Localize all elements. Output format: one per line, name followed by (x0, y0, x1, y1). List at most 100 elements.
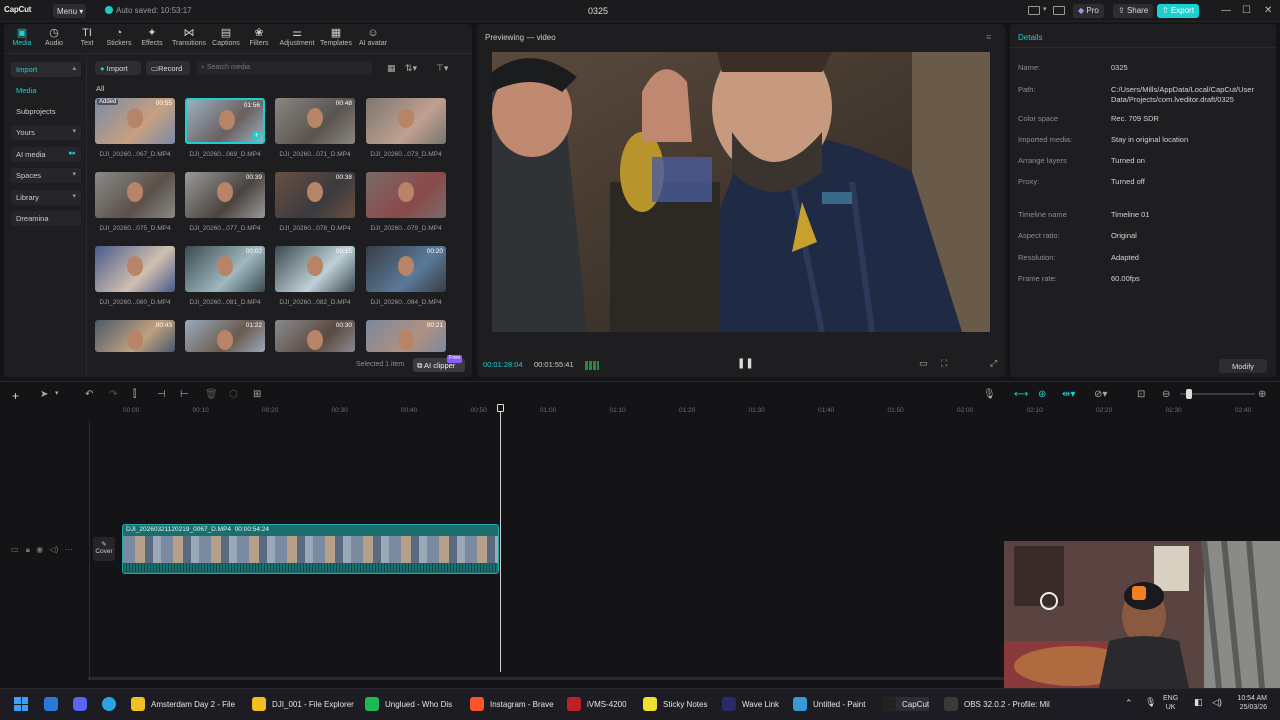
mic-tray-icon[interactable]: 🎙 (1145, 697, 1156, 708)
undo-icon[interactable]: ↶ (85, 389, 93, 400)
clock[interactable]: 10:54 AM 25/03/26 (1233, 694, 1267, 712)
shortcuts-icon[interactable] (1053, 6, 1065, 15)
search-input[interactable]: ⌕ Search media (197, 61, 372, 75)
media-thumbnail[interactable]: 00:39 (185, 172, 265, 218)
record-button[interactable]: ▭Record (146, 61, 190, 75)
pro-button[interactable]: ◆ Pro (1073, 4, 1104, 18)
network-icon[interactable]: ◧ (1194, 697, 1203, 708)
sidebar-item-spaces[interactable]: Spaces ▾ (11, 168, 81, 183)
windows-start-icon[interactable] (14, 697, 28, 711)
taskbar-item-file-explorer-dji[interactable]: DJI_001 - File Explorer (252, 697, 354, 711)
audio-track-icon[interactable]: ◁) (50, 545, 59, 554)
share-button[interactable]: ⇪ Share (1113, 4, 1154, 18)
crop-icon[interactable]: ⛶ (941, 358, 947, 369)
taskbar-item-file-explorer-amsterdam[interactable]: Amsterdam Day 2 - File (131, 697, 235, 711)
filter-icon[interactable]: ⊤▾ (436, 63, 448, 74)
taskbar-item-ivms[interactable]: iVMS-4200 (567, 697, 627, 711)
preview-axis-icon[interactable]: ⊘▾ (1094, 389, 1107, 400)
eye-icon[interactable]: ◉ (36, 545, 43, 554)
media-thumbnail[interactable] (95, 172, 175, 218)
microphone-icon[interactable]: 🎙 (983, 389, 996, 400)
grid-view-icon[interactable]: ▦ (387, 63, 396, 74)
delete-icon[interactable]: 🗑 (205, 389, 218, 400)
zoom-out-icon[interactable]: ⊖ (1162, 389, 1170, 400)
sidebar-item-dreamina[interactable]: Dreamina (11, 211, 81, 226)
taskbar-item-brave-instagram[interactable]: Instagram - Brave (470, 697, 554, 711)
media-thumbnail[interactable]: 00:02 (185, 246, 265, 292)
media-thumbnail[interactable]: 00:38 (275, 172, 355, 218)
tray-chevron-icon[interactable]: ⌃ (1125, 698, 1133, 709)
sidebar-item-library[interactable]: Library ▾ (11, 190, 81, 205)
tab-ai-avatar[interactable]: ☺ AI avatar (356, 27, 390, 47)
magnet-icon[interactable]: ⊛ (1038, 389, 1046, 400)
sidebar-item-yours[interactable]: Yours ▾ (11, 125, 81, 140)
media-thumbnail[interactable]: 00:15 (275, 246, 355, 292)
sidebar-item-subprojects[interactable]: Subprojects (11, 104, 81, 119)
outlook-icon[interactable] (44, 697, 58, 711)
tab-effects[interactable]: ✦ Effects (135, 27, 169, 47)
media-thumbnail[interactable]: 00:55 Added (95, 98, 175, 144)
close-icon[interactable]: ✕ (1264, 5, 1272, 16)
preview-video[interactable] (492, 52, 990, 332)
taskbar-item-spotify[interactable]: Unglued - Who Dis (365, 697, 452, 711)
more-icon[interactable]: ⋯ (65, 545, 73, 554)
trim-right-icon[interactable]: ⊢ (180, 389, 189, 400)
layout-icon[interactable] (1028, 6, 1040, 15)
caption-icon[interactable]: ⊡ (1137, 389, 1145, 400)
media-thumbnail[interactable]: 00:30 (275, 320, 355, 352)
minimize-icon[interactable]: — (1221, 5, 1231, 16)
sidebar-item-ai-media[interactable]: AI media ●▸ (11, 147, 81, 162)
tab-captions[interactable]: ▤ Captions (209, 27, 243, 47)
tab-media[interactable]: ▣ Media (5, 27, 39, 47)
volume-icon[interactable]: ◁) (1212, 697, 1222, 708)
playhead-line[interactable] (500, 412, 501, 672)
tab-text[interactable]: TI Text (70, 27, 104, 47)
export-button[interactable]: ⇧ Export (1157, 4, 1200, 18)
media-thumbnail[interactable]: 00:48 (275, 98, 355, 144)
redo-icon[interactable]: ↷ (109, 389, 117, 400)
maximize-icon[interactable]: ☐ (1242, 5, 1251, 16)
taskbar-item-capcut[interactable]: CapCut (882, 697, 930, 711)
tab-audio[interactable]: ◷ Audio (37, 27, 71, 47)
quality-icon[interactable]: ▭ (919, 358, 928, 369)
pause-icon[interactable]: ❚❚ (737, 358, 754, 369)
taskbar-item-obs[interactable]: OBS 32.0.2 - Profile: Mil (944, 697, 1050, 711)
media-thumbnail[interactable]: 00:20 (366, 246, 446, 292)
taskbar-item-wave-link[interactable]: Wave Link (722, 697, 779, 711)
snap-icon[interactable]: ⇹▾ (1062, 389, 1075, 400)
language-indicator[interactable]: ENG UK (1163, 694, 1178, 712)
import-button[interactable]: ● Import (95, 61, 141, 75)
sort-icon[interactable]: ⇅▾ (405, 63, 417, 74)
sidebar-item-media[interactable]: Media (11, 83, 81, 98)
media-thumbnail[interactable]: 00:21 (366, 320, 446, 352)
preview-menu-icon[interactable]: ≡ (986, 32, 991, 42)
menu-button[interactable]: Menu ▾ (53, 4, 86, 18)
lock-icon[interactable]: 🔒︎ (26, 545, 30, 554)
tab-stickers[interactable]: ◔ Stickers (102, 27, 136, 47)
media-thumbnail[interactable] (366, 98, 446, 144)
telegram-icon[interactable] (102, 697, 116, 711)
discord-icon[interactable] (73, 697, 87, 711)
modify-button[interactable]: Modify (1219, 359, 1267, 373)
media-thumbnail[interactable]: 00:43 (95, 320, 175, 352)
tab-filters[interactable]: ❀ Filters (242, 27, 276, 47)
filter-all[interactable]: All (96, 84, 104, 93)
tab-transitions[interactable]: ⋈ Transitions (172, 27, 206, 47)
media-thumbnail[interactable] (366, 172, 446, 218)
layout-chevron-icon[interactable]: ▾ (1043, 5, 1047, 13)
tab-adjustment[interactable]: ⚌ Adjustment (279, 27, 315, 47)
taskbar-item-paint[interactable]: Untitled - Paint (793, 697, 865, 711)
track-cover-icon[interactable]: ▭ (11, 545, 19, 554)
link-icon[interactable]: ⟷ (1014, 389, 1028, 400)
sidebar-item-import[interactable]: Import ▴ (11, 62, 81, 77)
media-thumbnail[interactable]: 01:56 + (185, 98, 265, 144)
media-thumbnail[interactable]: 01:22 (185, 320, 265, 352)
playhead-handle[interactable] (497, 404, 504, 412)
split-icon[interactable]: ⫿ (133, 389, 136, 400)
add-to-timeline-icon[interactable]: + (252, 131, 261, 140)
media-thumbnail[interactable] (95, 246, 175, 292)
select-chevron-icon[interactable]: ▾ (55, 389, 59, 397)
thumbnail-icon[interactable]: ⊞ (253, 389, 261, 400)
tab-templates[interactable]: ▦ Templates (319, 27, 353, 47)
zoom-slider-handle[interactable] (1186, 389, 1192, 399)
